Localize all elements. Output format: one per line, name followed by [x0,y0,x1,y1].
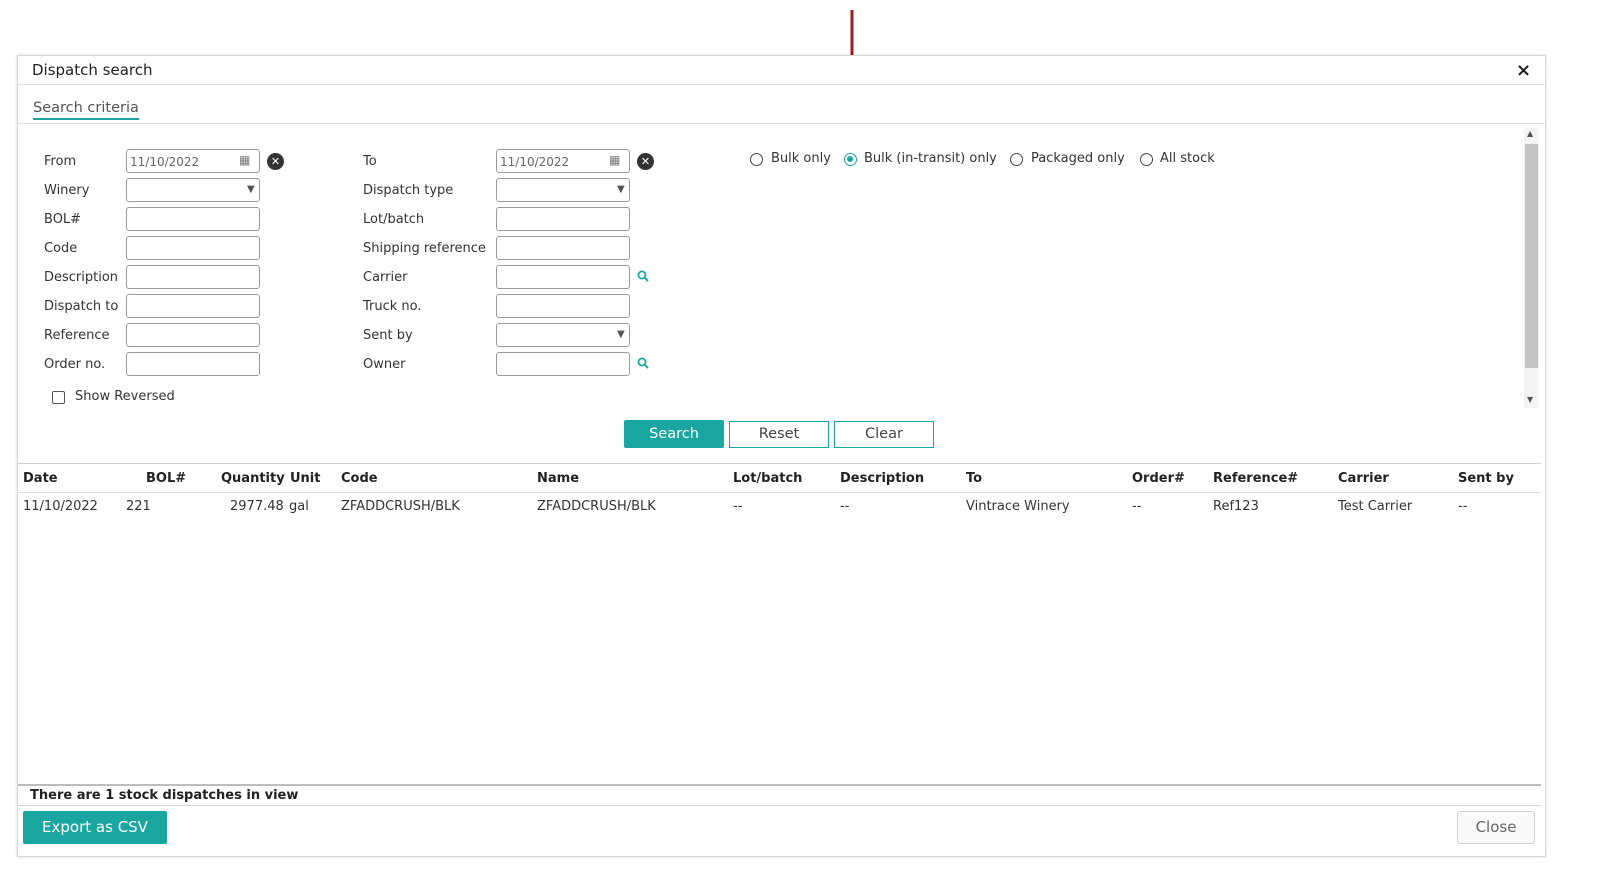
tab-divider [18,123,1545,124]
col-bol[interactable]: BOL# [146,471,186,486]
carrier-input[interactable] [496,265,630,289]
scrollbar-thumb[interactable] [1525,144,1538,368]
cell-unit: gal [289,499,309,514]
table-row[interactable]: 11/10/2022 221 2977.48 gal ZFADDCRUSH/BL… [18,493,1541,519]
clear-button[interactable]: Clear [834,421,934,448]
from-label: From [44,154,77,169]
status-text: There are 1 stock dispatches in view [30,788,299,803]
cell-description: -- [840,499,850,514]
clear-to-date-icon[interactable]: ✕ [637,153,654,170]
cell-quantity: 2977.48 [230,499,284,514]
close-icon[interactable]: × [1516,60,1531,81]
cell-code: ZFADDCRUSH/BLK [341,499,460,514]
cell-lot-batch: -- [733,499,743,514]
scroll-up-icon[interactable]: ▲ [1527,129,1533,138]
carrier-search-icon[interactable] [637,270,649,282]
order-no-label: Order no. [44,357,106,372]
owner-label: Owner [363,357,406,372]
to-label: To [363,154,377,169]
carrier-label: Carrier [363,270,408,285]
dispatch-type-select[interactable] [496,178,630,202]
owner-input[interactable] [496,352,630,376]
dispatch-search-dialog: Dispatch search × Search criteria From W… [17,55,1546,857]
show-reversed-label: Show Reversed [75,389,175,404]
col-reference[interactable]: Reference# [1213,471,1298,486]
col-to[interactable]: To [966,471,982,486]
col-date[interactable]: Date [23,471,58,486]
cell-name: ZFADDCRUSH/BLK [537,499,656,514]
col-sent-by[interactable]: Sent by [1458,471,1514,486]
sent-by-select[interactable] [496,323,630,347]
radio-packaged-only[interactable] [1010,153,1023,166]
sent-by-label: Sent by [363,328,413,343]
radio-bulk-only-label: Bulk only [771,151,831,166]
radio-all-stock-label: All stock [1160,151,1215,166]
search-button[interactable]: Search [624,420,724,448]
lot-batch-label: Lot/batch [363,212,425,227]
reset-button[interactable]: Reset [729,421,829,448]
description-input[interactable] [126,265,260,289]
calendar-icon[interactable]: ▦ [609,153,620,167]
results-table-header: Date BOL# Quantity Unit Code Name Lot/ba… [18,464,1541,493]
calendar-icon[interactable]: ▦ [239,153,250,167]
dropdown-arrow-icon: ▼ [617,329,625,340]
cell-to: Vintrace Winery [966,499,1070,514]
dialog-titlebar: Dispatch search × [18,56,1545,85]
radio-bulk-in-transit-only[interactable] [844,153,857,166]
radio-bulk-in-transit-only-label: Bulk (in-transit) only [864,151,997,166]
radio-all-stock[interactable] [1140,153,1153,166]
truck-no-label: Truck no. [363,299,422,314]
reference-input[interactable] [126,323,260,347]
cell-carrier: Test Carrier [1338,499,1413,514]
col-carrier[interactable]: Carrier [1338,471,1389,486]
footer-divider [18,805,1541,806]
close-button[interactable]: Close [1457,811,1535,844]
col-code[interactable]: Code [341,471,378,486]
cell-reference: Ref123 [1213,499,1259,514]
dispatch-type-label: Dispatch type [363,183,454,198]
owner-search-icon[interactable] [637,357,649,369]
dialog-title: Dispatch search [32,61,153,79]
scroll-down-icon[interactable]: ▼ [1527,395,1533,404]
status-divider [18,784,1541,786]
cell-sent-by: -- [1458,499,1468,514]
reference-label: Reference [44,328,110,343]
col-unit[interactable]: Unit [290,471,320,486]
description-label: Description [44,270,119,285]
winery-select[interactable] [126,178,260,202]
clear-from-date-icon[interactable]: ✕ [267,153,284,170]
winery-label: Winery [44,183,90,198]
radio-bulk-only[interactable] [750,153,763,166]
col-quantity[interactable]: Quantity [221,471,285,486]
truck-no-input[interactable] [496,294,630,318]
cell-order: -- [1132,499,1142,514]
dispatch-to-label: Dispatch to [44,299,119,314]
lot-batch-input[interactable] [496,207,630,231]
bol-label: BOL# [44,212,82,227]
order-no-input[interactable] [126,352,260,376]
show-reversed-checkbox[interactable] [52,391,65,404]
dispatch-to-input[interactable] [126,294,260,318]
cell-bol: 221 [126,499,151,514]
dropdown-arrow-icon: ▼ [247,184,255,195]
col-name[interactable]: Name [537,471,579,486]
col-lot-batch[interactable]: Lot/batch [733,471,802,486]
bol-input[interactable] [126,207,260,231]
col-description[interactable]: Description [840,471,924,486]
radio-packaged-only-label: Packaged only [1031,151,1125,166]
dropdown-arrow-icon: ▼ [617,184,625,195]
col-order[interactable]: Order# [1132,471,1185,486]
shipping-reference-input[interactable] [496,236,630,260]
code-label: Code [44,241,78,256]
cell-date: 11/10/2022 [23,499,98,514]
tab-search-criteria[interactable]: Search criteria [33,100,139,120]
export-csv-button[interactable]: Export as CSV [23,811,167,844]
shipping-reference-label: Shipping reference [363,241,486,256]
code-input[interactable] [126,236,260,260]
